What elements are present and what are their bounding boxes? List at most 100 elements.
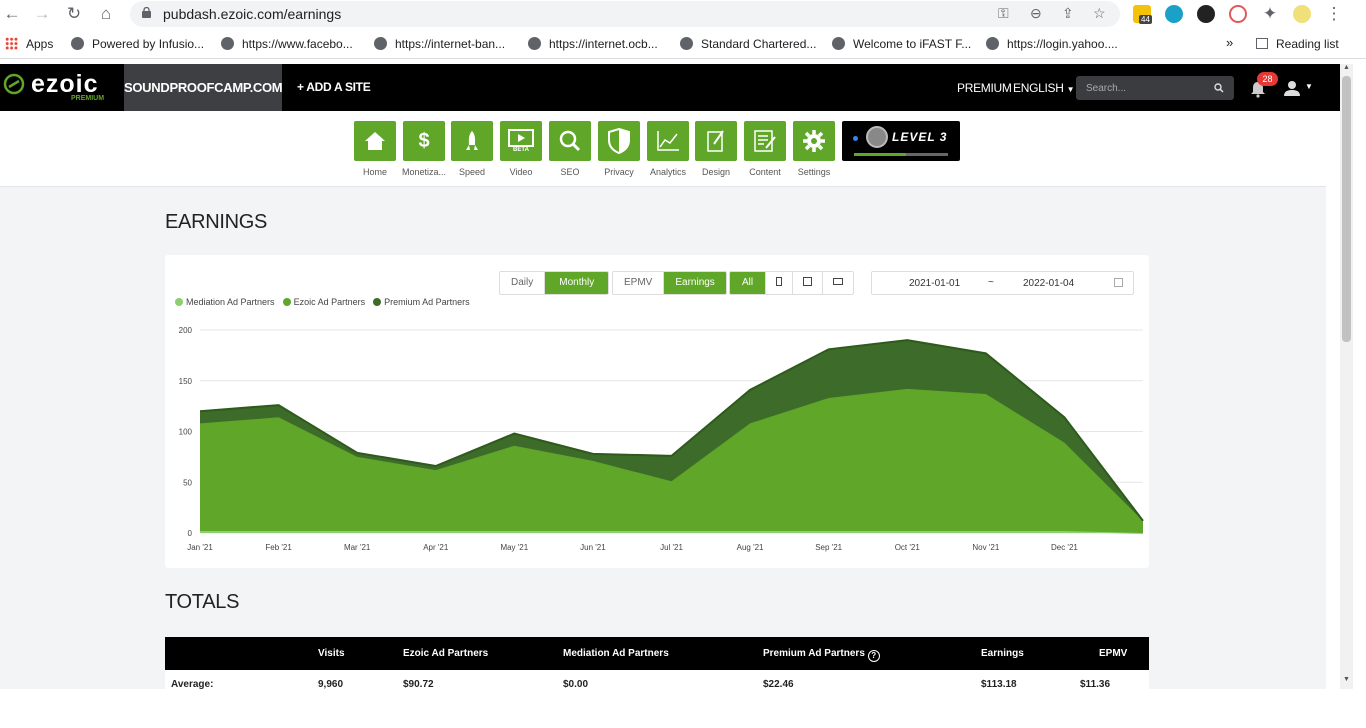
rocket-icon [466, 131, 478, 150]
y-tick-label: 200 [179, 326, 193, 335]
x-tick-label: Mar '21 [344, 543, 371, 552]
module-design[interactable]: Design [693, 121, 739, 177]
avatar [866, 126, 888, 148]
earnings-chart: 0 50 100 150 200 Jan '21 Feb '21 Mar '21 Apr '21… [179, 326, 1144, 552]
x-tick-label: Dec '21 [1051, 543, 1078, 552]
scroll-thumb[interactable] [1342, 76, 1351, 342]
bookmark-item[interactable]: https://internet-ban... [374, 37, 505, 51]
more-bookmarks-button[interactable]: » [1226, 35, 1233, 50]
star-icon[interactable]: ☆ [1093, 5, 1106, 22]
lock-icon [142, 7, 151, 18]
extension-icon[interactable] [1197, 5, 1215, 23]
search-icon[interactable] [1214, 83, 1224, 93]
level-dot [853, 136, 858, 141]
module-settings[interactable]: Settings [791, 121, 837, 177]
module-privacy[interactable]: Privacy [596, 121, 642, 177]
extension-icon[interactable] [1229, 5, 1247, 23]
module-nav: Home $ Monetiza... Speed BETA Video SEO … [0, 111, 1326, 187]
mobile-button[interactable] [766, 272, 794, 294]
bookmark-item[interactable]: https://login.yahoo.... [986, 37, 1118, 51]
all-devices-button[interactable]: All [730, 272, 767, 294]
module-seo[interactable]: SEO [547, 121, 593, 177]
module-video[interactable]: BETA Video [498, 121, 544, 177]
globe-icon [221, 37, 234, 50]
key-icon[interactable]: ⚿ [998, 5, 1009, 22]
app-header: ezoic PREMIUM SOUNDPROOFCAMP.COM + ADD A… [0, 64, 1353, 111]
date-to: 2022-01-04 [1023, 278, 1075, 289]
forward-icon[interactable]: → [31, 3, 53, 25]
legend-item[interactable]: Ezoic Ad Partners [282, 297, 365, 307]
zoom-icon[interactable]: ⊖ [1030, 5, 1042, 22]
legend-item[interactable]: Mediation Ad Partners [175, 297, 275, 307]
reading-list-button[interactable]: Reading list [1256, 37, 1339, 51]
bookmark-item[interactable]: Welcome to iFAST F... [832, 37, 971, 51]
legend-swatch [282, 298, 291, 306]
mobile-icon [776, 277, 783, 286]
reading-list-icon [1256, 38, 1268, 49]
address-bar[interactable]: pubdash.ezoic.com/earnings ⚿ ⊖ ⇪ ☆ [130, 1, 1120, 27]
desktop-button[interactable] [823, 272, 853, 294]
back-icon[interactable]: ← [1, 3, 23, 25]
puzzle-icon[interactable]: ✦ [1259, 3, 1281, 25]
daily-button[interactable]: Daily [500, 272, 546, 294]
level-progress [854, 153, 948, 156]
menu-icon[interactable]: ⋮ [1323, 3, 1345, 25]
metric-toggle: EPMV Earnings [612, 271, 727, 295]
scroll-down-icon[interactable]: ▼ [1343, 676, 1350, 683]
search-box [1076, 76, 1234, 100]
bookmark-item[interactable]: Powered by Infusio... [71, 37, 204, 51]
browser-toolbar: ← → ↻ ⌂ pubdash.ezoic.com/earnings ⚿ ⊖ ⇪… [0, 0, 1366, 28]
page-title: EARNINGS [165, 211, 268, 233]
video-icon [508, 129, 534, 147]
extension-badge: 44 [1139, 15, 1152, 24]
module-monetization[interactable]: $ Monetiza... [401, 121, 447, 177]
tablet-button[interactable] [793, 272, 824, 294]
add-site-button[interactable]: + ADD A SITE [297, 80, 371, 94]
caret-down-icon: ▼ [1066, 85, 1075, 94]
col-ezoic: Ezoic Ad Partners [403, 648, 489, 659]
legend-swatch [373, 298, 382, 306]
module-analytics[interactable]: Analytics [645, 121, 691, 177]
legend-item[interactable]: Premium Ad Partners [373, 297, 470, 307]
help-icon[interactable]: ? [867, 650, 880, 662]
bookmark-item[interactable]: https://internet.ocb... [528, 37, 658, 51]
x-tick-label: Nov '21 [972, 543, 999, 552]
apps-icon [5, 37, 18, 50]
y-tick-label: 50 [183, 478, 192, 487]
globe-icon [986, 37, 999, 50]
level-badge[interactable]: LEVEL 3 [842, 121, 960, 161]
x-tick-label: Jun '21 [580, 543, 606, 552]
scrollbar[interactable]: ▲ ▼ [1340, 64, 1353, 689]
monthly-button[interactable]: Monthly [545, 272, 609, 294]
search-input[interactable] [1076, 76, 1206, 100]
date-range-picker[interactable]: 2021-01-01 ~ 2022-01-04 [871, 271, 1134, 295]
language-dropdown[interactable]: ENGLISH ▼ [1013, 81, 1075, 95]
bookmarks-bar: Apps Powered by Infusio... https://www.f… [0, 31, 1366, 59]
extension-icon[interactable] [1293, 5, 1311, 23]
module-content[interactable]: Content [742, 121, 788, 177]
premium-link[interactable]: PREMIUM [957, 81, 1012, 95]
x-tick-label: Feb '21 [265, 543, 292, 552]
user-menu[interactable]: ▼ [1283, 80, 1313, 101]
home-icon[interactable]: ⌂ [95, 3, 117, 25]
beta-badge: BETA [513, 147, 529, 153]
globe-icon [680, 37, 693, 50]
shield-icon [608, 128, 630, 154]
y-tick-label: 150 [179, 377, 193, 386]
module-home[interactable]: Home [352, 121, 398, 177]
epmv-button[interactable]: EPMV [613, 272, 665, 294]
bookmark-item[interactable]: https://www.facebo... [221, 37, 353, 51]
share-icon[interactable]: ⇪ [1062, 5, 1074, 22]
site-selector[interactable]: SOUNDPROOFCAMP.COM [124, 64, 283, 111]
reload-icon[interactable]: ↻ [63, 3, 85, 25]
scroll-up-icon[interactable]: ▲ [1343, 64, 1350, 71]
earnings-card: Daily Monthly EPMV Earnings All 2021-01-… [165, 255, 1149, 568]
extension-icon[interactable] [1165, 5, 1183, 23]
earnings-button[interactable]: Earnings [664, 272, 726, 294]
bookmark-apps[interactable]: Apps [5, 37, 53, 51]
x-tick-label: Aug '21 [737, 543, 764, 552]
bookmark-item[interactable]: Standard Chartered... [680, 37, 816, 51]
period-toggle: Daily Monthly [499, 271, 610, 295]
module-speed[interactable]: Speed [449, 121, 495, 177]
main-content: EARNINGS Daily Monthly EPMV Earnings All… [0, 187, 1326, 692]
